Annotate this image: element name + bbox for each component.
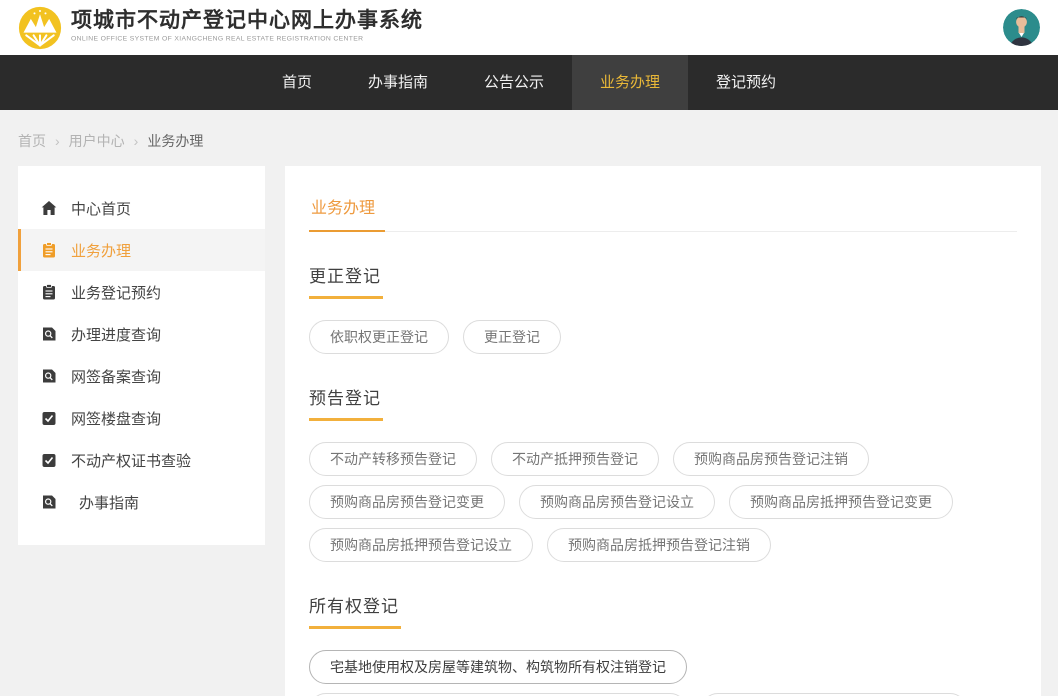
service-button[interactable]: 预购商品房抵押预告登记设立 [309, 528, 533, 562]
service-button[interactable]: 更正登记 [463, 320, 561, 354]
sidebar-item-label: 网签楼盘查询 [71, 408, 161, 429]
page-title-row: 业务办理 [309, 182, 1017, 232]
sidebar-item-online-sign-record-query[interactable]: 网签备案查询 [18, 355, 265, 397]
sidebar-item-label: 网签备案查询 [71, 366, 161, 387]
nav-item-home[interactable]: 首页 [254, 55, 340, 110]
search-doc-icon [41, 368, 57, 384]
page-title: 业务办理 [309, 182, 385, 232]
section-heading-correction: 更正登记 [309, 262, 1017, 299]
sidebar-item-progress-query[interactable]: 办理进度查询 [18, 313, 265, 355]
site-subtitle: ONLINE OFFICE SYSTEM OF XIANGCHENG REAL … [71, 35, 363, 42]
sidebar-item-label: 办事指南 [79, 492, 139, 513]
breadcrumb-separator: › [55, 133, 60, 149]
user-avatar[interactable] [1003, 9, 1040, 46]
button-group-advance-notice: 不动产转移预告登记 不动产抵押预告登记 预购商品房预告登记注销 预购商品房预告登… [309, 442, 1017, 562]
service-button-highlighted[interactable]: 宅基地使用权及房屋等建筑物、构筑物所有权注销登记 [309, 650, 687, 684]
service-button[interactable]: 不动产抵押预告登记 [491, 442, 659, 476]
content-area: 中心首页 业务办理 业务登记预约 办理进度查询 网签备案查询 [0, 166, 1058, 696]
check-doc-icon [41, 410, 57, 426]
search-doc-icon [41, 326, 57, 342]
main-panel: 业务办理 更正登记 依职权更正登记 更正登记 预告登记 不动产转移预告登记 不动… [285, 166, 1041, 696]
breadcrumb: 首页 › 用户中心 › 业务办理 [18, 131, 1040, 151]
nav-item-announcements[interactable]: 公告公示 [456, 55, 572, 110]
app-header: 项城市不动产登记中心网上办事系统 ONLINE OFFICE SYSTEM OF… [0, 0, 1058, 55]
nav-item-appointment[interactable]: 登记预约 [688, 55, 804, 110]
sidebar-item-label: 业务办理 [71, 240, 131, 261]
service-button[interactable]: 预购商品房抵押预告登记注销 [547, 528, 771, 562]
center-logo-icon [18, 6, 62, 50]
nav-item-guide[interactable]: 办事指南 [340, 55, 456, 110]
main-nav: 首页 办事指南 公告公示 业务办理 登记预约 [0, 55, 1058, 110]
sidebar-item-label: 中心首页 [71, 198, 131, 219]
brand: 项城市不动产登记中心网上办事系统 ONLINE OFFICE SYSTEM OF… [18, 6, 501, 50]
search-doc-icon [41, 494, 57, 510]
breadcrumb-user-center[interactable]: 用户中心 [69, 133, 125, 149]
service-button[interactable]: 不动产转移预告登记 [309, 442, 477, 476]
sidebar-item-online-sign-building-query[interactable]: 网签楼盘查询 [18, 397, 265, 439]
button-group-correction: 依职权更正登记 更正登记 [309, 320, 1017, 354]
service-button[interactable]: 预购商品房抵押预告登记变更 [729, 485, 953, 519]
check-doc-icon [41, 452, 57, 468]
site-title: 项城市不动产登记中心网上办事系统 [71, 9, 501, 33]
breadcrumb-separator: › [134, 133, 139, 149]
sidebar-item-label: 业务登记预约 [71, 282, 161, 303]
section-heading-ownership: 所有权登记 [309, 592, 1017, 629]
clipboard-icon [41, 242, 57, 258]
breadcrumb-current: 业务办理 [147, 133, 203, 149]
button-group-ownership: 宅基地使用权及房屋等建筑物、构筑物所有权注销登记 宅基地使用权及房屋等建筑物、构… [309, 650, 1017, 696]
home-icon [41, 200, 57, 216]
service-button[interactable]: 依职权更正登记 [309, 320, 449, 354]
sidebar-item-label: 不动产权证书查验 [71, 450, 191, 471]
nav-item-business[interactable]: 业务办理 [572, 55, 688, 110]
breadcrumb-home[interactable]: 首页 [18, 133, 46, 149]
sidebar-item-service-guide[interactable]: 办事指南 [18, 481, 265, 523]
sidebar-item-center-home[interactable]: 中心首页 [18, 187, 265, 229]
sidebar-item-certificate-verification[interactable]: 不动产权证书查验 [18, 439, 265, 481]
service-button[interactable]: 预购商品房预告登记注销 [673, 442, 869, 476]
sidebar: 中心首页 业务办理 业务登记预约 办理进度查询 网签备案查询 [18, 166, 265, 545]
clipboard-icon [41, 284, 57, 300]
service-button[interactable]: 预购商品房预告登记设立 [519, 485, 715, 519]
sidebar-item-registration-appointment[interactable]: 业务登记预约 [18, 271, 265, 313]
service-button[interactable]: 预购商品房预告登记变更 [309, 485, 505, 519]
sidebar-item-business[interactable]: 业务办理 [18, 229, 265, 271]
section-heading-advance-notice: 预告登记 [309, 384, 1017, 421]
brand-titles: 项城市不动产登记中心网上办事系统 ONLINE OFFICE SYSTEM OF… [71, 9, 501, 45]
sidebar-item-label: 办理进度查询 [71, 324, 161, 345]
